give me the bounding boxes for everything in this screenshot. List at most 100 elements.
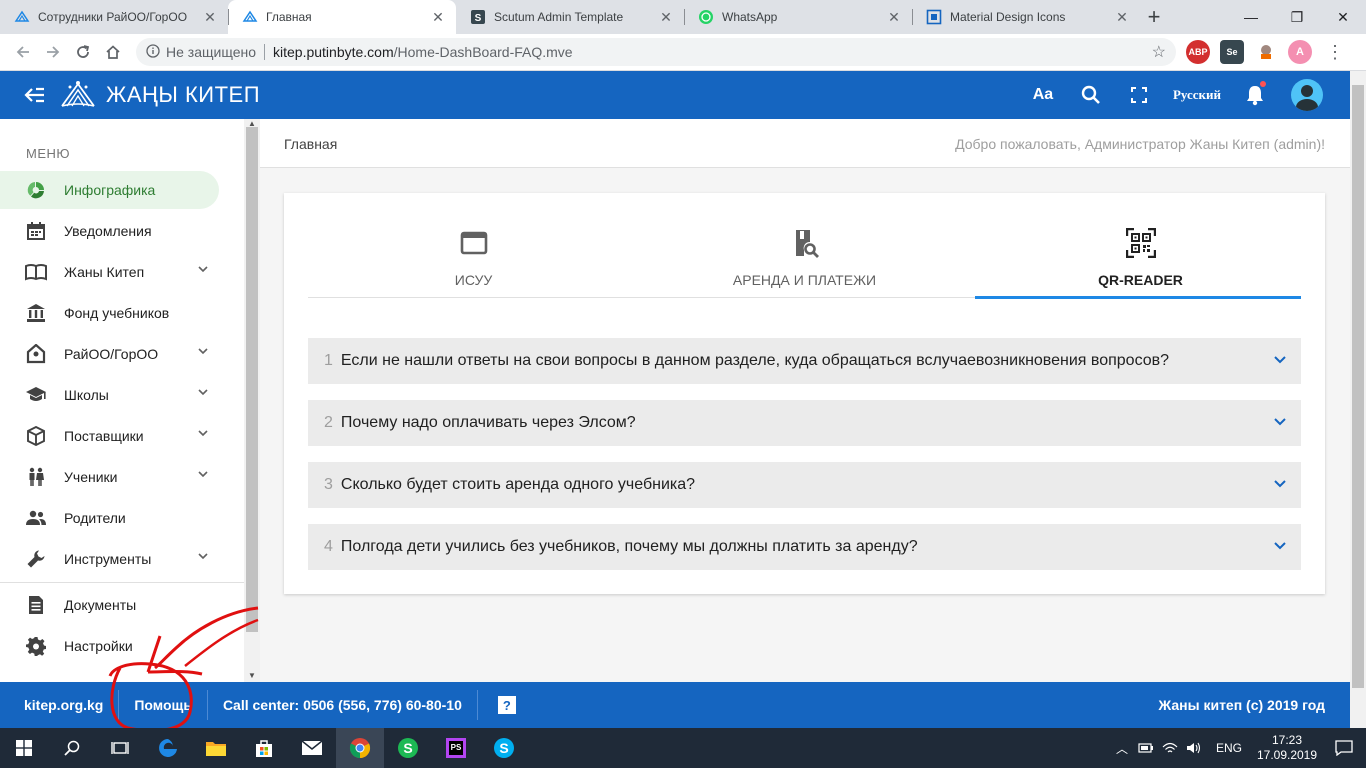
footer-help-link[interactable]: Помощь	[119, 690, 208, 720]
chevron-down-icon[interactable]	[198, 469, 208, 479]
keyboard-language[interactable]: ENG	[1206, 741, 1252, 755]
chrome-icon[interactable]	[336, 728, 384, 768]
reload-icon[interactable]	[68, 37, 98, 67]
adblock-extension-icon[interactable]: ABP	[1186, 40, 1210, 64]
tab-label: QR-READER	[1098, 272, 1183, 288]
bookmark-star-icon[interactable]: ☆	[1152, 42, 1166, 62]
back-arrow-icon[interactable]	[8, 37, 38, 67]
parents-icon	[23, 507, 49, 529]
page-scrollbar-thumb[interactable]	[1352, 85, 1364, 688]
sidebar-item-settings[interactable]: Настройки	[0, 627, 244, 665]
search-icon[interactable]	[1067, 71, 1115, 119]
chevron-down-icon[interactable]	[1273, 355, 1287, 365]
task-view-icon[interactable]	[96, 728, 144, 768]
store-icon[interactable]	[240, 728, 288, 768]
font-size-button[interactable]: Aa	[1019, 71, 1067, 119]
minimize-icon[interactable]: —	[1228, 0, 1274, 34]
edge-browser-icon[interactable]	[144, 728, 192, 768]
sidebar-item-textbook-fund[interactable]: Фонд учебников	[0, 294, 244, 332]
skype-icon[interactable]: S	[480, 728, 528, 768]
faq-number: 1	[324, 352, 333, 369]
user-avatar[interactable]	[1291, 79, 1323, 111]
clock-date: 17.09.2019	[1256, 748, 1318, 762]
browser-tab-active[interactable]: Главная ✕	[228, 0, 456, 34]
address-bar[interactable]: Не защищено kitep.putinbyte.com /Home-Da…	[136, 38, 1176, 66]
skype-green-icon[interactable]: S	[384, 728, 432, 768]
sidebar-item-schools[interactable]: Школы	[0, 376, 244, 414]
tab-isuu[interactable]: ИСУУ	[308, 216, 639, 298]
language-selector[interactable]: Русский	[1163, 87, 1231, 103]
windows-start-icon[interactable]	[0, 728, 48, 768]
home-icon[interactable]	[98, 37, 128, 67]
battery-icon[interactable]	[1134, 743, 1158, 753]
package-icon	[23, 425, 49, 447]
notifications-bell-icon[interactable]	[1231, 71, 1279, 119]
sidebar-scrollbar-thumb[interactable]	[246, 127, 258, 632]
faq-question: Полгода дети учились без учебников, поче…	[340, 538, 918, 555]
close-icon[interactable]: ✕	[202, 9, 218, 25]
maximize-icon[interactable]: ❐	[1274, 0, 1320, 34]
footer-help-button[interactable]: ?	[478, 690, 531, 720]
chevron-down-icon[interactable]	[198, 264, 208, 274]
faq-card: ИСУУ АРЕНДА И ПЛАТЕЖИ QR-READER 1 Если н…	[284, 193, 1325, 594]
chevron-down-icon[interactable]	[198, 387, 208, 397]
faq-item[interactable]: 3 Сколько будет стоить аренда одного уче…	[308, 462, 1301, 508]
sidebar-item-notifications[interactable]: Уведомления	[0, 212, 244, 250]
help-question-icon: ?	[497, 696, 516, 714]
close-icon[interactable]: ✕	[430, 9, 446, 25]
volume-icon[interactable]	[1182, 742, 1206, 754]
profile-avatar[interactable]: A	[1288, 40, 1312, 64]
forward-arrow-icon[interactable]	[38, 37, 68, 67]
faq-item[interactable]: 2 Почему надо оплачивать через Элсом?	[308, 400, 1301, 446]
browser-menu-icon[interactable]: ⋮	[1320, 37, 1350, 67]
close-icon[interactable]: ✕	[886, 9, 902, 25]
sidebar-item-parents[interactable]: Родители	[0, 499, 244, 537]
extension-figure-icon[interactable]	[1254, 40, 1278, 64]
sidebar-scrollbar[interactable]: ▲ ▼	[244, 119, 260, 682]
phpstorm-icon[interactable]: PS	[432, 728, 480, 768]
sidebar-item-zhany-kitep[interactable]: Жаны Китеп	[0, 253, 244, 291]
mail-icon[interactable]	[288, 728, 336, 768]
browser-tab[interactable]: Material Design Icons ✕	[912, 0, 1140, 34]
sidebar-item-documents[interactable]: Документы	[0, 586, 244, 624]
close-icon[interactable]: ✕	[1114, 9, 1130, 25]
sidebar-item-rayoo-goroo[interactable]: РайОО/ГорОО	[0, 335, 244, 373]
system-clock[interactable]: 17:23 17.09.2019	[1252, 733, 1322, 763]
window-icon	[460, 231, 487, 255]
wifi-icon[interactable]	[1158, 742, 1182, 754]
browser-tab[interactable]: WhatsApp ✕	[684, 0, 912, 34]
app-logo[interactable]: ЖАҢЫ КИТЕП	[58, 78, 260, 112]
file-explorer-icon[interactable]	[192, 728, 240, 768]
menu-collapse-arrow-icon[interactable]	[12, 71, 58, 119]
action-center-icon[interactable]	[1322, 728, 1366, 768]
tab-qr-reader[interactable]: QR-READER	[975, 216, 1306, 299]
info-icon[interactable]	[146, 43, 160, 61]
chevron-down-icon[interactable]	[198, 346, 208, 356]
sidebar-item-students[interactable]: Ученики	[0, 458, 244, 496]
welcome-message: Добро пожаловать, Администратор Жаны Кит…	[955, 136, 1325, 152]
chevron-down-icon[interactable]	[198, 428, 208, 438]
fullscreen-icon[interactable]	[1115, 71, 1163, 119]
browser-tab[interactable]: S Scutum Admin Template ✕	[456, 0, 684, 34]
close-icon[interactable]: ✕	[658, 9, 674, 25]
page-scrollbar[interactable]	[1350, 71, 1366, 728]
chevron-down-icon[interactable]	[1273, 417, 1287, 427]
search-icon[interactable]	[48, 728, 96, 768]
tab-rent-payments[interactable]: АРЕНДА И ПЛАТЕЖИ	[639, 216, 970, 298]
selenium-extension-icon[interactable]: Se	[1220, 40, 1244, 64]
browser-tab[interactable]: Сотрудники РайОО/ГорОО ✕	[0, 0, 228, 34]
footer-site-link[interactable]: kitep.org.kg	[0, 690, 120, 720]
sidebar-item-infographic[interactable]: Инфографика	[0, 171, 219, 209]
scroll-down-icon[interactable]: ▼	[248, 671, 256, 680]
chevron-down-icon[interactable]	[1273, 541, 1287, 551]
chevron-down-icon[interactable]	[198, 551, 208, 561]
breadcrumb[interactable]: Главная	[284, 136, 337, 152]
faq-item[interactable]: 1 Если не нашли ответы на свои вопросы в…	[308, 338, 1301, 384]
new-tab-button[interactable]: +	[1140, 0, 1168, 34]
sidebar-item-suppliers[interactable]: Поставщики	[0, 417, 244, 455]
chevron-up-icon[interactable]: ︿	[1110, 740, 1134, 757]
close-window-icon[interactable]: ✕	[1320, 0, 1366, 34]
sidebar-item-tools[interactable]: Инструменты	[0, 540, 244, 578]
chevron-down-icon[interactable]	[1273, 479, 1287, 489]
faq-item[interactable]: 4 Полгода дети учились без учебников, по…	[308, 524, 1301, 570]
